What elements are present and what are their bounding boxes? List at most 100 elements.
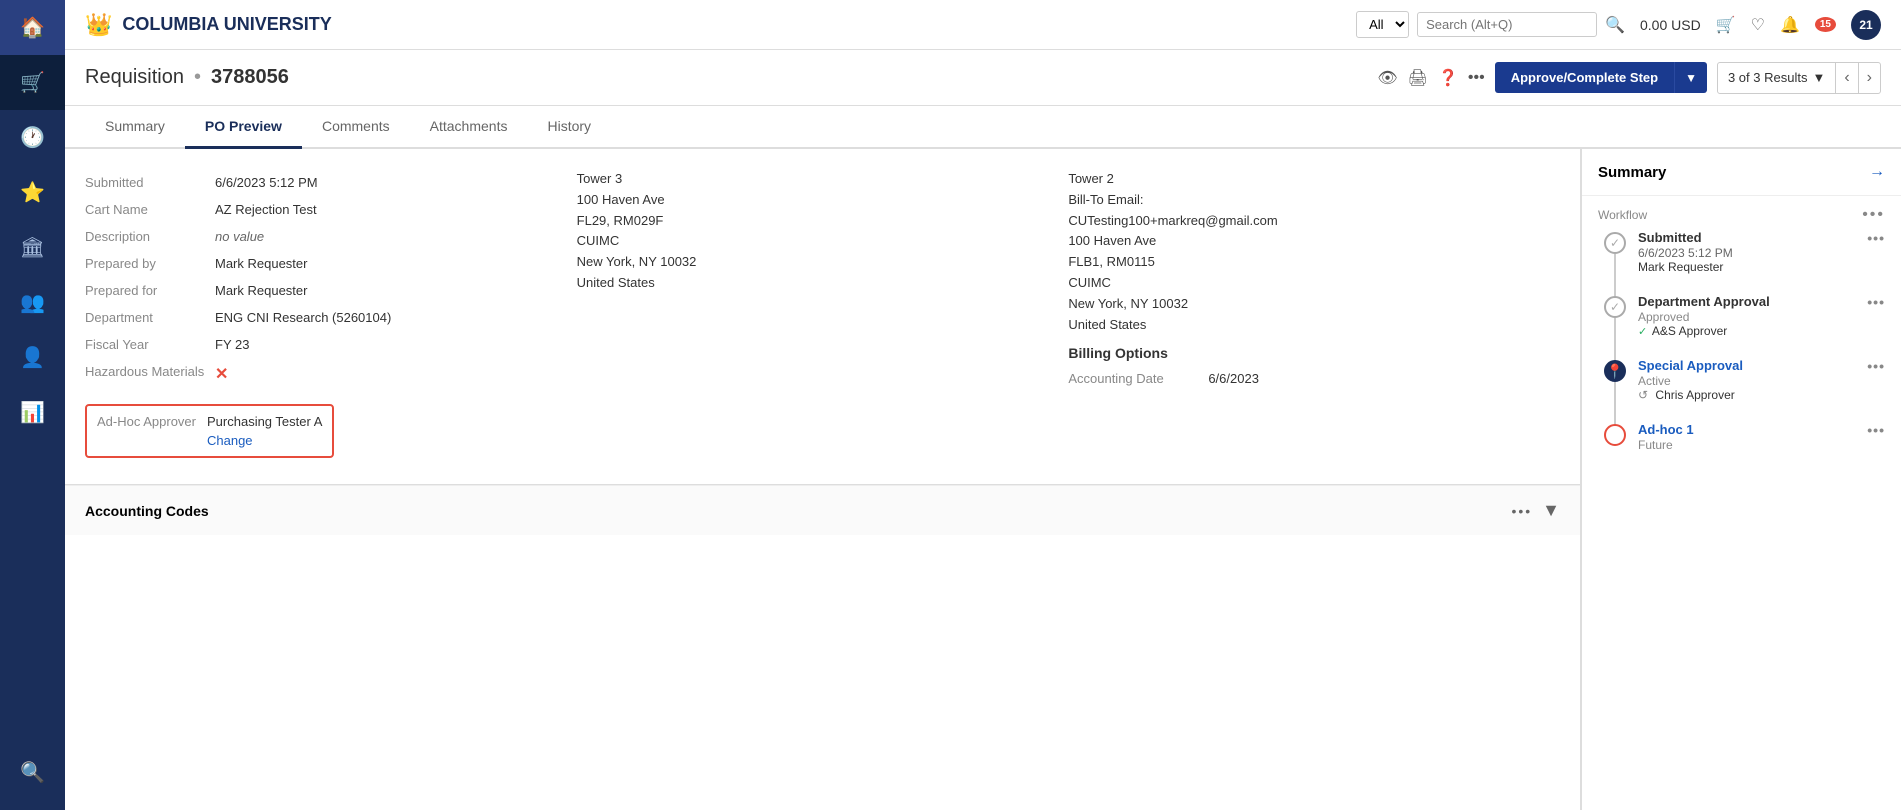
bill-to-line3: CUIMC [1068, 273, 1540, 294]
dept-approval-more-icon[interactable]: ••• [1867, 294, 1885, 310]
department-label: Department [85, 310, 215, 325]
special-approval-title-row: Special Approval ••• [1638, 358, 1885, 374]
tab-summary[interactable]: Summary [85, 106, 185, 149]
tab-history[interactable]: History [527, 106, 611, 149]
approve-complete-button[interactable]: Approve/Complete Step [1495, 62, 1674, 93]
dept-approval-person: ✓ A&S Approver [1638, 324, 1885, 338]
sidebar-item-building[interactable]: 🏛 [0, 220, 65, 275]
adhoc1-more-icon[interactable]: ••• [1867, 422, 1885, 438]
billing-options-title: Billing Options [1068, 345, 1540, 361]
accounting-chevron-down-icon[interactable]: ▼ [1542, 500, 1560, 521]
main-panel: Submitted 6/6/2023 5:12 PM Cart Name AZ … [65, 149, 1581, 810]
page-title-text: Requisition [85, 66, 184, 89]
approve-button-group: Approve/Complete Step ▼ [1495, 62, 1707, 93]
timeline-node-adhoc1 [1604, 424, 1626, 446]
print-icon[interactable]: 🖨 [1408, 68, 1428, 88]
adhoc-approver-row: Ad-Hoc Approver Purchasing Tester A Chan… [85, 398, 557, 464]
description-label: Description [85, 229, 215, 244]
results-prev-button[interactable]: ‹ [1835, 63, 1857, 93]
prepared-for-value: Mark Requester [215, 283, 307, 298]
tab-attachments[interactable]: Attachments [410, 106, 528, 149]
sidebar-item-home[interactable]: 🏠 [0, 0, 65, 55]
results-label: 3 of 3 Results ▼ [1718, 64, 1835, 91]
cart-name-label: Cart Name [85, 202, 215, 217]
ship-to-tower: Tower 3 [577, 169, 1049, 190]
sidebar-item-chart[interactable]: 📊 [0, 385, 65, 440]
eye-icon[interactable]: 👁 [1377, 68, 1397, 88]
timeline-item-special-approval: 📍 Special Approval ••• Active ↺ Chris [1638, 358, 1885, 422]
results-dropdown-icon[interactable]: ▼ [1812, 70, 1825, 85]
ship-to-address: Tower 3 100 Haven Ave FL29, RM029F CUIMC… [577, 169, 1049, 294]
dept-approval-check-icon: ✓ [1610, 300, 1620, 314]
summary-title: Summary [1598, 164, 1666, 181]
sidebar-item-star[interactable]: ⭐ [0, 165, 65, 220]
approve-dropdown-button[interactable]: ▼ [1674, 62, 1707, 93]
bill-to-email-label: Bill-To Email: [1068, 190, 1540, 211]
dept-approval-green-check-icon: ✓ [1638, 326, 1647, 338]
timeline-line-submitted [1614, 254, 1616, 298]
sidebar-item-users[interactable]: 👥 [0, 275, 65, 330]
special-approval-more-icon[interactable]: ••• [1867, 358, 1885, 374]
prepared-by-value: Mark Requester [215, 256, 307, 271]
accounting-more-options-icon[interactable]: ••• [1511, 503, 1532, 519]
submitted-title-row: Submitted ••• [1638, 230, 1885, 246]
cart-name-row: Cart Name AZ Rejection Test [85, 196, 557, 223]
timeline-line-dept-approval [1614, 318, 1616, 362]
cart-icon[interactable]: 🛒 [1716, 15, 1736, 35]
summary-panel: Summary → Workflow ••• ✓ [1581, 149, 1901, 810]
main-wrapper: 👑 COLUMBIA UNIVERSITY All 🔍 0.00 USD 🛒 ♡… [65, 0, 1901, 810]
dept-approval-title-row: Department Approval ••• [1638, 294, 1885, 310]
fiscal-year-row: Fiscal Year FY 23 [85, 331, 557, 358]
special-approval-pin-icon: 📍 [1606, 363, 1623, 380]
prepared-for-label: Prepared for [85, 283, 215, 298]
workflow-section: Workflow ••• ✓ Submitted ••• [1582, 196, 1901, 468]
fiscal-year-label: Fiscal Year [85, 337, 215, 352]
prepared-by-row: Prepared by Mark Requester [85, 250, 557, 277]
bill-to-line2: FLB1, RM0115 [1068, 252, 1540, 273]
summary-expand-icon[interactable]: → [1869, 163, 1885, 181]
submitted-person: Mark Requester [1638, 260, 1885, 274]
billing-options-section: Billing Options Accounting Date 6/6/2023 [1068, 335, 1540, 386]
help-icon[interactable]: ❓ [1438, 68, 1458, 88]
accounting-date-row: Accounting Date 6/6/2023 [1068, 371, 1540, 386]
adhoc1-step-title: Ad-hoc 1 [1638, 422, 1694, 438]
adhoc1-title-row: Ad-hoc 1 ••• [1638, 422, 1885, 438]
sidebar-item-person-settings[interactable]: 👤 [0, 330, 65, 385]
bill-to-line5: United States [1068, 315, 1540, 336]
tab-po-preview[interactable]: PO Preview [185, 106, 302, 149]
more-options-icon[interactable]: ••• [1468, 69, 1485, 87]
heart-icon[interactable]: ♡ [1751, 15, 1765, 35]
sidebar-item-search[interactable]: 🔍 [0, 745, 65, 800]
prepared-for-row: Prepared for Mark Requester [85, 277, 557, 304]
department-row: Department ENG CNI Research (5260104) [85, 304, 557, 331]
timeline-content-adhoc1: Ad-hoc 1 ••• Future [1638, 422, 1885, 452]
page-header: Requisition • 3788056 👁 🖨 ❓ ••• Approve/… [65, 50, 1901, 106]
info-col-bill-to: Tower 2 Bill-To Email: CUTesting100+mark… [1068, 169, 1560, 464]
search-scope-dropdown[interactable]: All [1356, 11, 1409, 38]
accounting-actions: ••• ▼ [1511, 500, 1560, 521]
notification-icon[interactable]: 🔔 [1780, 15, 1800, 35]
tab-comments[interactable]: Comments [302, 106, 410, 149]
submitted-more-icon[interactable]: ••• [1867, 230, 1885, 246]
adhoc-label: Ad-Hoc Approver [97, 414, 197, 429]
search-icon[interactable]: 🔍 [1605, 15, 1625, 35]
sidebar-item-clock[interactable]: 🕐 [0, 110, 65, 165]
adhoc-change-link[interactable]: Change [207, 433, 322, 448]
results-next-button[interactable]: › [1858, 63, 1880, 93]
search-input[interactable] [1417, 12, 1597, 37]
fiscal-year-value: FY 23 [215, 337, 249, 352]
info-col-left: Submitted 6/6/2023 5:12 PM Cart Name AZ … [85, 169, 577, 464]
info-col-ship-to: Tower 3 100 Haven Ave FL29, RM029F CUIMC… [577, 169, 1069, 464]
accounting-date-value: 6/6/2023 [1208, 371, 1259, 386]
ship-to-line4: New York, NY 10032 [577, 252, 1049, 273]
ship-to-line1: 100 Haven Ave [577, 190, 1049, 211]
submitted-check-icon: ✓ [1610, 236, 1620, 250]
user-avatar[interactable]: 21 [1851, 10, 1881, 40]
logo-crown-icon: 👑 [85, 12, 112, 38]
timeline-content-special-approval: Special Approval ••• Active ↺ Chris Appr… [1638, 358, 1885, 402]
top-navigation: 👑 COLUMBIA UNIVERSITY All 🔍 0.00 USD 🛒 ♡… [65, 0, 1901, 50]
tab-bar: Summary PO Preview Comments Attachments … [65, 106, 1901, 149]
workflow-more-options-icon[interactable]: ••• [1862, 206, 1885, 224]
requisition-number: 3788056 [211, 66, 289, 89]
sidebar-item-cart[interactable]: 🛒 [0, 55, 65, 110]
